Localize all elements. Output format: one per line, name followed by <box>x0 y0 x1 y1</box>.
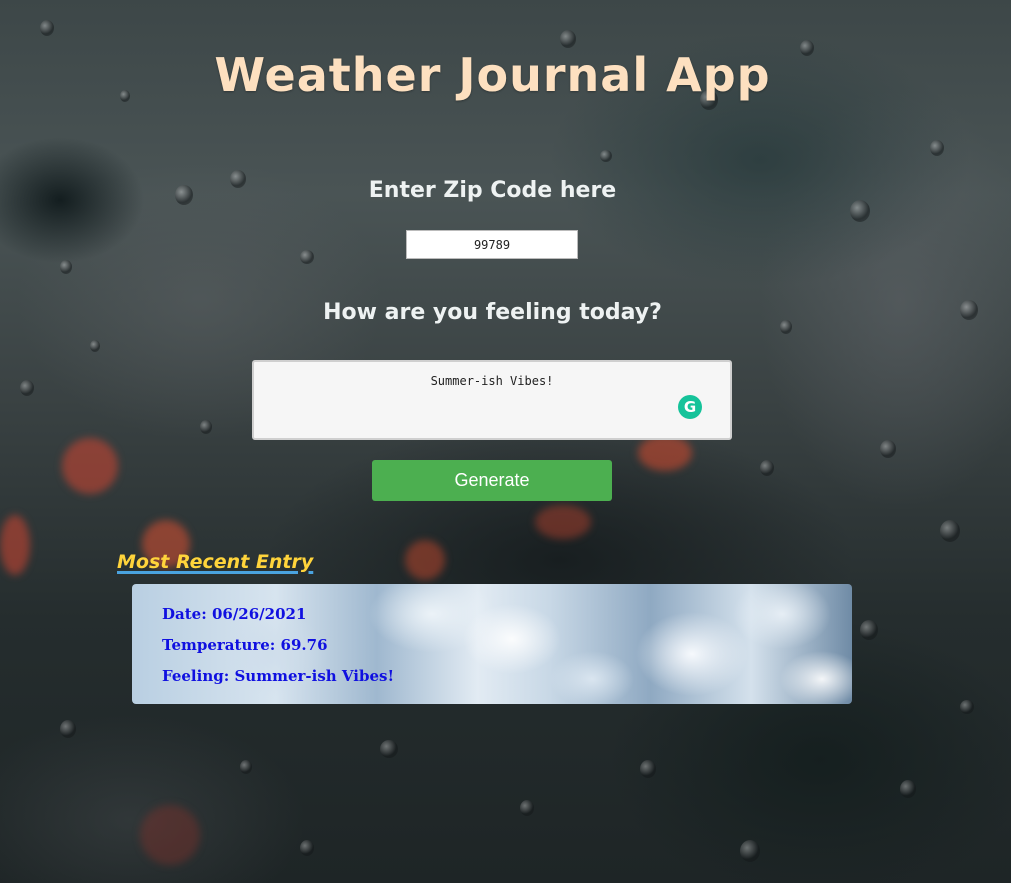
recent-entry-heading: Most Recent Entry <box>117 551 314 573</box>
feelings-textarea[interactable]: Summer-ish Vibes! <box>252 360 732 440</box>
zip-input[interactable] <box>406 230 578 259</box>
generate-button[interactable]: Generate <box>372 460 612 501</box>
entry-date: Date: 06/26/2021 <box>162 605 307 623</box>
entry-feeling: Feeling: Summer-ish Vibes! <box>162 667 395 685</box>
grammarly-icon[interactable]: G <box>678 395 702 419</box>
feelings-label: How are you feeling today? <box>323 300 662 325</box>
app-title: Weather Journal App <box>214 48 771 102</box>
entry-card: Date: 06/26/2021 Temperature: 69.76 Feel… <box>132 584 852 704</box>
entry-temperature: Temperature: 69.76 <box>162 636 328 654</box>
zip-label: Enter Zip Code here <box>368 178 617 203</box>
